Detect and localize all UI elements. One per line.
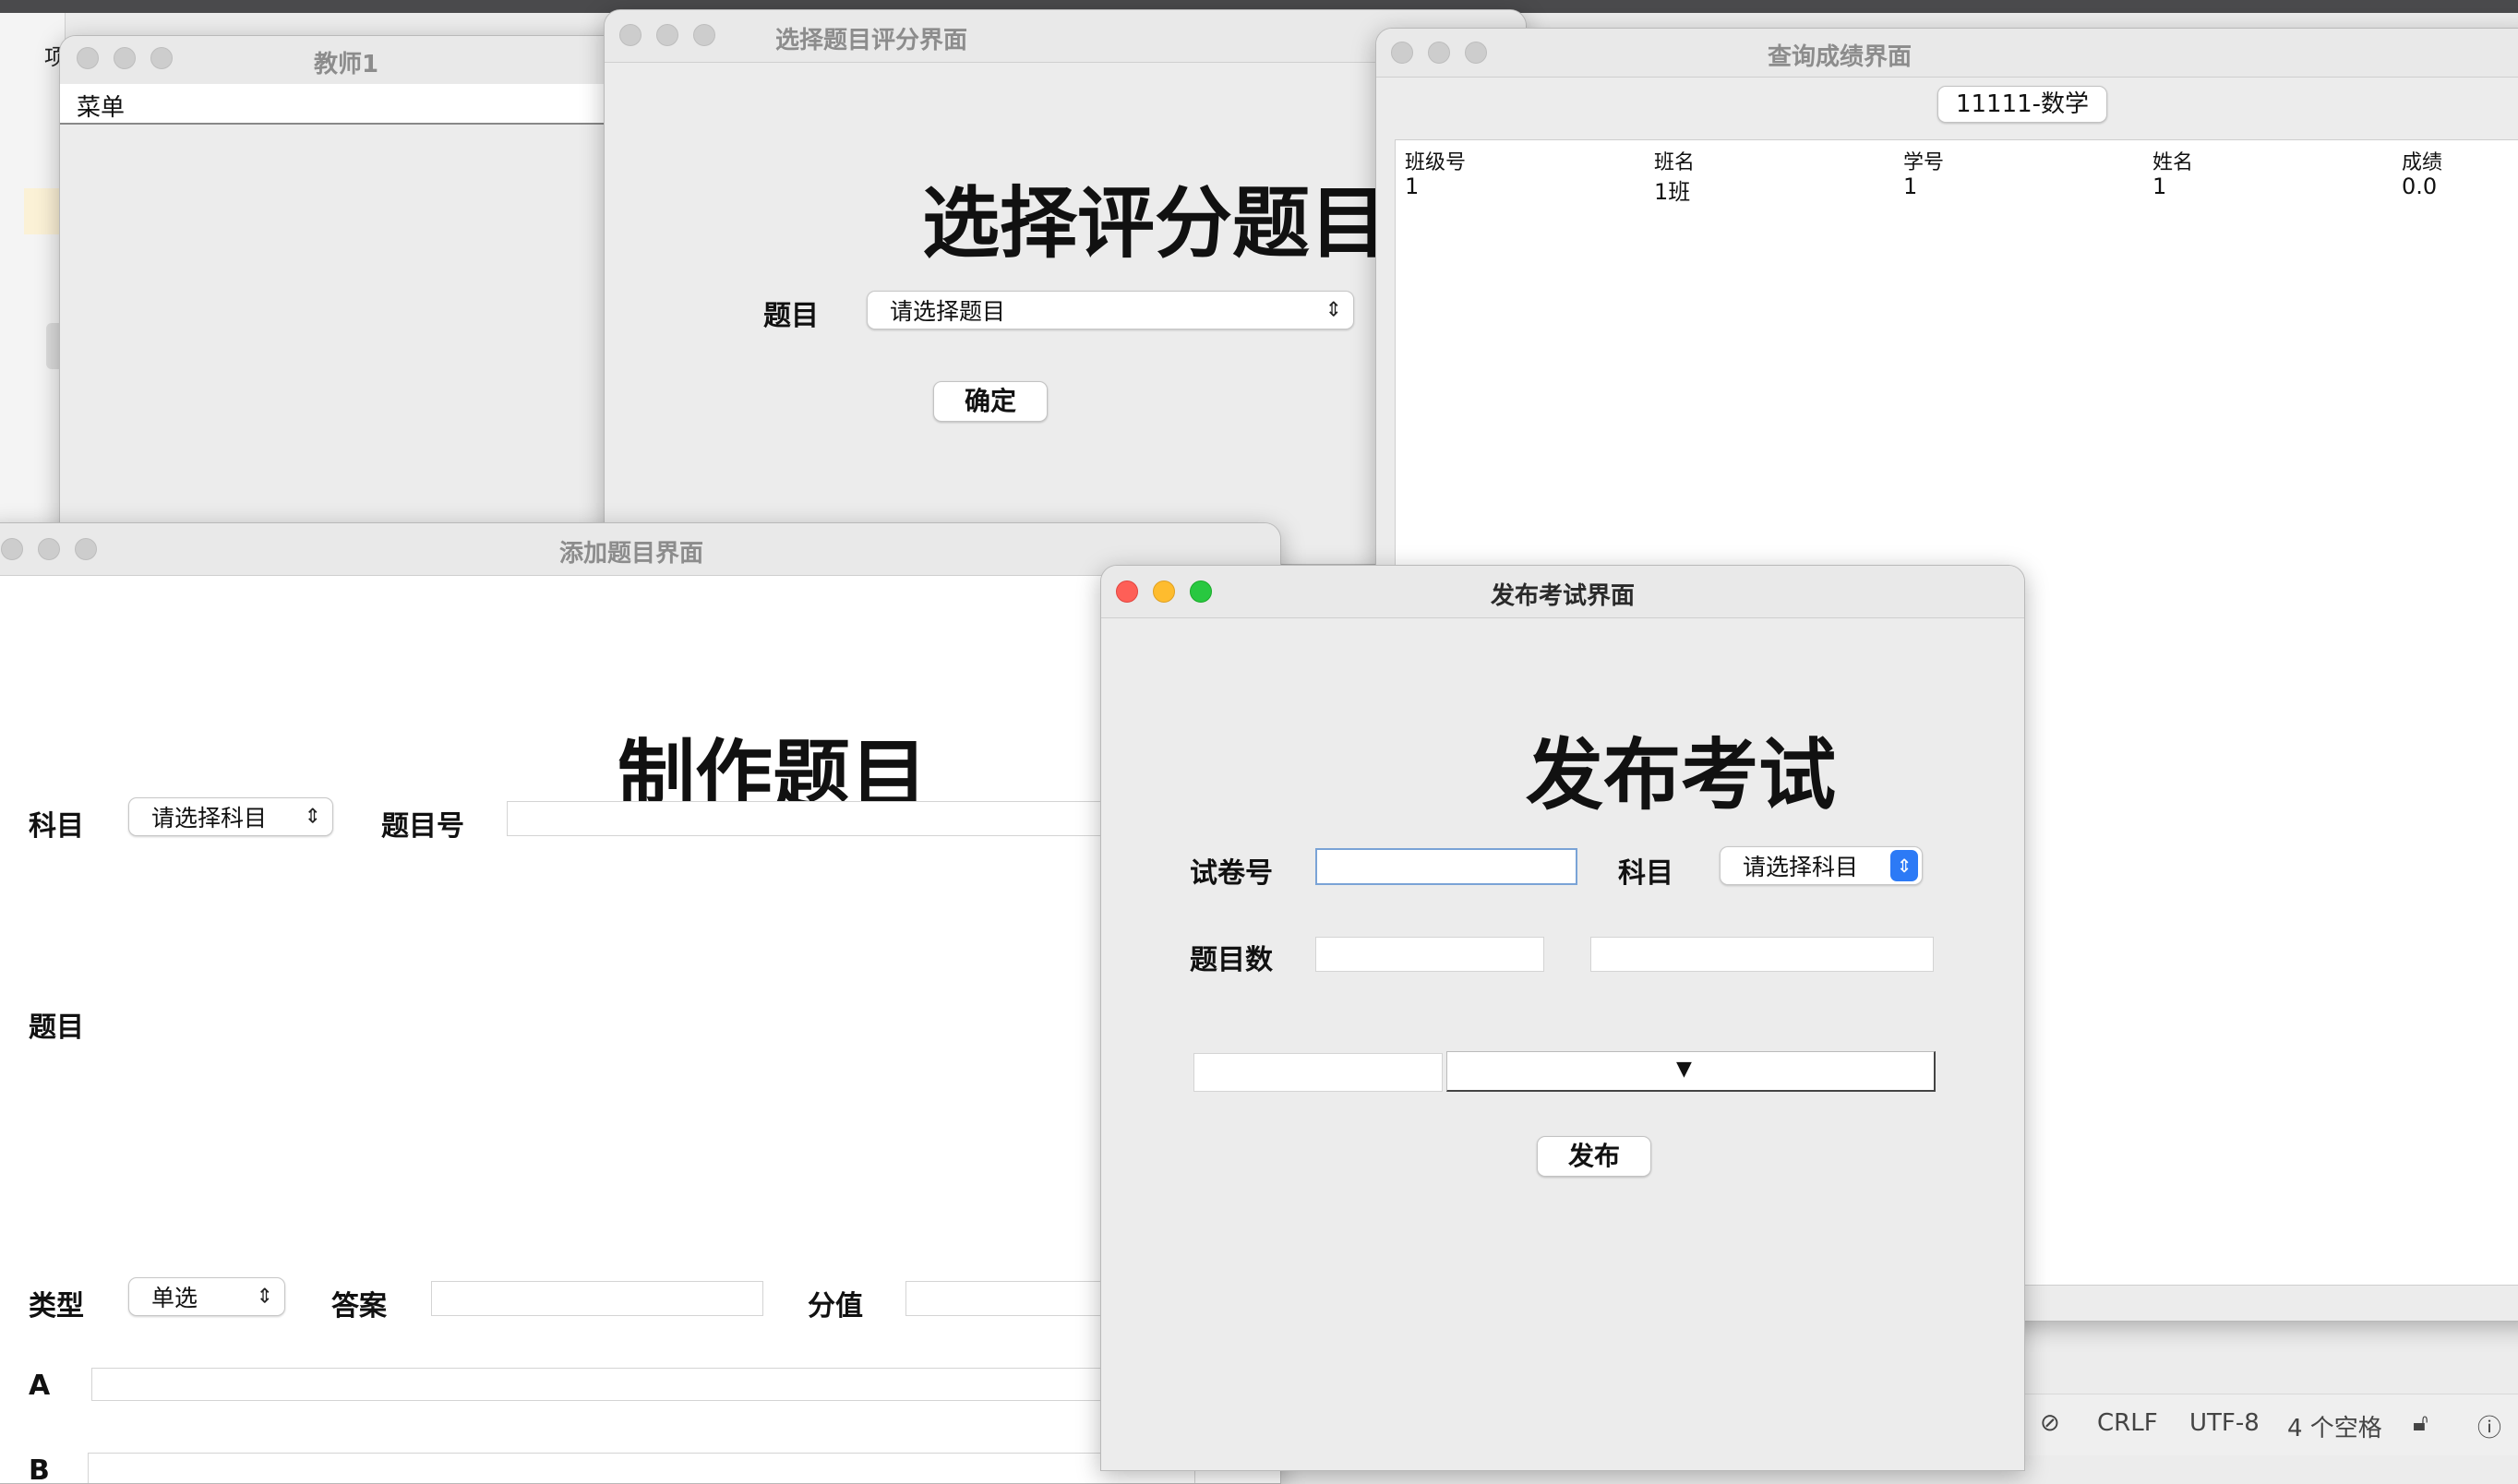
- window-title: 选择题目评分界面: [774, 27, 967, 54]
- publish-button[interactable]: 发布: [1537, 1136, 1651, 1177]
- paper-no-input[interactable]: [1315, 848, 1577, 885]
- question-no-input[interactable]: [507, 801, 1153, 836]
- page-title: 发布考试: [1526, 730, 1837, 820]
- window-title: 添加题目界面: [558, 540, 703, 568]
- option-b-input[interactable]: [88, 1453, 1195, 1483]
- question-input[interactable]: [1590, 937, 1934, 972]
- question-select[interactable]: 请选择题目 ⇕: [867, 291, 1354, 329]
- menu-item[interactable]: 菜单: [77, 89, 125, 123]
- question-combo-box[interactable]: ▼: [1446, 1051, 1936, 1092]
- subject-label: 科目: [1618, 857, 1673, 890]
- teacher-titlebar: 教师1: [60, 36, 632, 85]
- option-b-label: B: [29, 1454, 50, 1484]
- chevron-updown-icon: ⇕: [1890, 850, 1918, 881]
- background-ide-sidebar: 项: [0, 13, 66, 530]
- exam-tab-button[interactable]: 11111-数学: [1937, 86, 2107, 123]
- subject-select[interactable]: 请选择科目 ⇕: [1720, 846, 1923, 885]
- question-count-label: 题目数: [1190, 944, 1273, 976]
- score-label: 分值: [808, 1290, 863, 1322]
- chevron-updown-icon: ⇕: [256, 1285, 273, 1309]
- page-title: 选择评分题目: [922, 178, 1388, 269]
- info-icon[interactable]: ⓘ: [2477, 1409, 2501, 1443]
- line-ending[interactable]: CRLF: [2097, 1409, 2158, 1437]
- hide-icon[interactable]: ⊘: [2040, 1409, 2060, 1437]
- add-question-titlebar: 添加题目界面: [0, 523, 1280, 576]
- question-label: 题目: [763, 300, 819, 332]
- background-status-bar: ⊘ CRLF UTF-8 4 个空格 🔓︎ ⓘ: [2025, 1394, 2518, 1455]
- encoding[interactable]: UTF-8: [2189, 1409, 2260, 1437]
- type-select[interactable]: 单选 ⇕: [128, 1277, 285, 1316]
- publish-exam-titlebar: 发布考试界面: [1101, 566, 2024, 618]
- option-a-label: A: [29, 1370, 51, 1402]
- confirm-button[interactable]: 确定: [933, 381, 1048, 422]
- query-scores-titlebar: 查询成绩界面: [1376, 29, 2518, 78]
- window-title: 发布考试界面: [1490, 582, 1635, 610]
- type-label: 类型: [29, 1290, 84, 1322]
- window-title: 教师1: [313, 51, 379, 78]
- table-header: 班级号 班名 学号 姓名 成绩: [1396, 140, 2518, 174]
- add-question-window: 添加题目界面 制作题目 科目 请选择科目 ⇕ 题目号 题目 类型 单选 ⇕ 答案…: [0, 522, 1281, 1484]
- answer-label: 答案: [331, 1290, 387, 1322]
- question-label: 题目: [29, 1011, 84, 1044]
- subject-select[interactable]: 请选择科目 ⇕: [128, 797, 333, 836]
- teacher-window: 教师1 菜单: [59, 35, 633, 554]
- table-row[interactable]: 1 1班 1 1 0.0: [1396, 172, 2518, 205]
- lock-icon[interactable]: 🔓︎: [2413, 1409, 2428, 1438]
- question-item-input[interactable]: [1193, 1053, 1443, 1092]
- question-count-input[interactable]: [1315, 937, 1544, 972]
- paper-no-label: 试卷号: [1190, 857, 1273, 890]
- chevron-updown-icon: ⇕: [304, 805, 321, 829]
- dropdown-arrow-icon: ▼: [1676, 1058, 1692, 1081]
- menu-bar: 菜单: [60, 84, 632, 125]
- indent-setting[interactable]: 4 个空格: [2287, 1409, 2382, 1443]
- publish-exam-window: 发布考试界面 发布考试 试卷号 科目 请选择科目 ⇕ 题目数 ▼ 发布: [1100, 565, 2025, 1471]
- window-title: 查询成绩界面: [1767, 43, 1912, 71]
- answer-input[interactable]: [431, 1281, 763, 1316]
- add-question-content: 制作题目 科目 请选择科目 ⇕ 题目号 题目 类型 单选 ⇕ 答案 分值 A B: [0, 576, 1280, 1483]
- question-no-label: 题目号: [381, 810, 464, 843]
- subject-label: 科目: [29, 810, 84, 843]
- chevron-updown-icon: ⇕: [1325, 298, 1342, 322]
- option-a-input[interactable]: [91, 1368, 1199, 1401]
